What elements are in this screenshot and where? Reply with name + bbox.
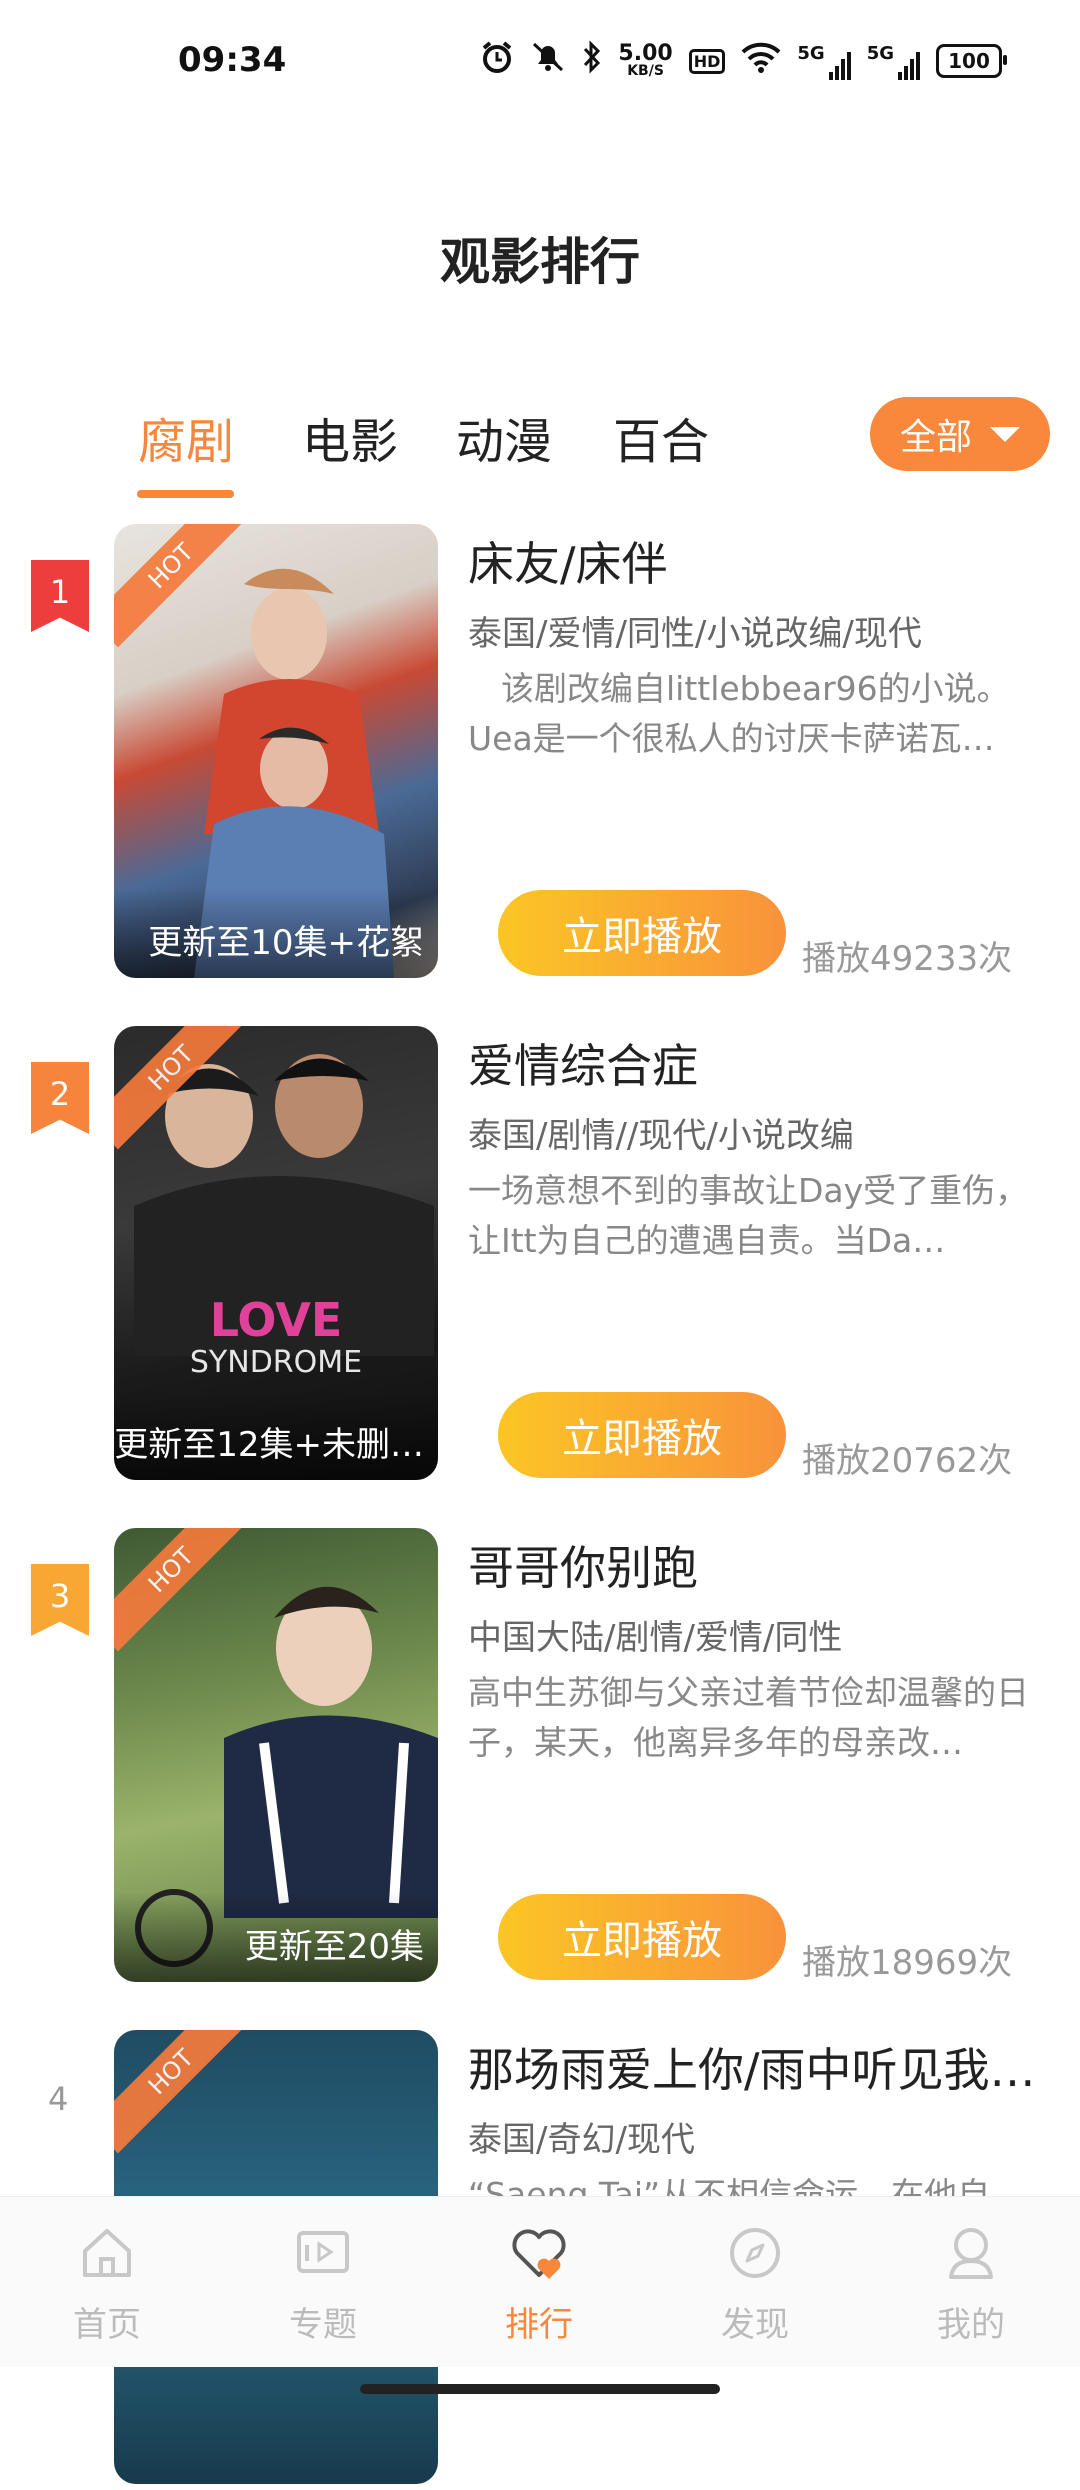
network-type: 5G <box>797 42 825 64</box>
nav-topic[interactable]: 专题 <box>243 2223 403 2346</box>
poster-image[interactable]: HOT 更新至20集 <box>114 1528 438 1982</box>
bluetooth-icon <box>582 40 602 82</box>
nav-label: 发现 <box>721 2305 789 2345</box>
poster-caption: 更新至10集+花絮 <box>114 888 438 978</box>
item-tags: 中国大陆/剧情/爱情/同性 <box>468 1618 843 1658</box>
nav-label: 排行 <box>505 2305 573 2345</box>
topic-icon <box>297 2231 349 2273</box>
poster-image[interactable]: HOT 更新至10集+花絮 <box>114 524 438 978</box>
tab-movie[interactable]: 电影 <box>302 402 398 472</box>
play-now-button[interactable]: 立即播放 <box>498 1392 786 1478</box>
svg-text:LOVE: LOVE <box>210 1293 343 1347</box>
network-speed: 5.00 KB/S <box>618 40 673 79</box>
signal-icon <box>828 51 851 80</box>
mute-icon <box>530 40 566 82</box>
item-title[interactable]: 床友/床伴 <box>468 528 1058 594</box>
play-count: 播放20762次 <box>802 1441 1013 1481</box>
list-item[interactable]: 3 HOT 更新至20集 哥哥你别跑 中国大陆/剧情/爱情/同性 高中生苏御与父… <box>0 1528 1080 1988</box>
home-icon <box>83 2229 131 2277</box>
tab-baihe[interactable]: 百合 <box>613 402 709 472</box>
nav-rank[interactable]: 排行 <box>459 2223 619 2346</box>
item-title[interactable]: 那场雨爱上你/雨中听见我… <box>468 2034 1058 2100</box>
wifi-icon <box>741 41 781 81</box>
poster-caption: 更新至12集+未删… <box>114 1390 438 1480</box>
item-tags: 泰国/爱情/同性/小说改编/现代 <box>468 614 922 654</box>
item-description: 高中生苏御与父亲过着节俭却温馨的日子，某天，他离异多年的母亲改… <box>468 1673 1029 1762</box>
battery-icon: 100 <box>936 44 1007 78</box>
nav-label: 首页 <box>73 2305 141 2345</box>
item-tags: 泰国/奇幻/现代 <box>468 2120 695 2160</box>
speed-unit: KB/S <box>627 62 664 79</box>
nav-home[interactable]: 首页 <box>27 2223 187 2346</box>
signal-5g-1: 5G <box>797 42 851 80</box>
nav-profile[interactable]: 我的 <box>891 2223 1051 2346</box>
rank-badge: 3 <box>31 1564 89 1636</box>
play-count: 播放18969次 <box>802 1943 1013 1983</box>
status-bar: 09:34 5.00 KB/S HD 5G 5G 100 <box>0 0 1080 120</box>
status-time: 09:34 <box>178 40 287 80</box>
status-icons: 5.00 KB/S HD 5G 5G 100 <box>480 38 1007 84</box>
list-item[interactable]: 2 LOVE SYNDROME HOT 更新至12集+未删… 爱情综合症 泰国/… <box>0 1026 1080 1486</box>
list-item[interactable]: 1 HOT 更新至10集+花絮 床友/床伴 泰国/爱情/同性/小说改编/现代 该… <box>0 524 1080 984</box>
rank-heart-icon <box>512 2229 566 2279</box>
play-count: 播放49233次 <box>802 939 1013 979</box>
signal-5g-2: 5G <box>867 43 920 80</box>
filter-dropdown[interactable]: 全部 <box>870 397 1050 471</box>
item-description: 一场意想不到的事故让Day受了重伤，让Itt为自己的遭遇自责。当Da… <box>468 1171 1029 1260</box>
network-type: 5G <box>866 42 894 64</box>
rank-badge: 1 <box>31 560 89 632</box>
play-now-button[interactable]: 立即播放 <box>498 890 786 976</box>
profile-icon <box>949 2228 993 2279</box>
bottom-navigation: 首页 专题 排行 发现 我的 <box>0 2196 1080 2367</box>
play-now-button[interactable]: 立即播放 <box>498 1894 786 1980</box>
chevron-down-icon <box>990 426 1020 442</box>
compass-icon <box>730 2228 780 2278</box>
signal-icon <box>898 51 920 80</box>
item-description: 该剧改编自littlebbear96的小说。Uea是一个很私人的讨厌卡萨诺瓦… <box>468 669 1010 758</box>
filter-label: 全部 <box>899 417 972 458</box>
nav-label: 我的 <box>937 2305 1005 2345</box>
svg-text:SYNDROME: SYNDROME <box>190 1345 362 1380</box>
home-indicator[interactable] <box>360 2384 720 2394</box>
hd-icon: HD <box>688 48 726 74</box>
active-tab-indicator <box>137 490 234 498</box>
nav-discover[interactable]: 发现 <box>675 2223 835 2346</box>
item-tags: 泰国/剧情//现代/小说改编 <box>468 1116 854 1156</box>
item-title[interactable]: 爱情综合症 <box>468 1030 1058 1096</box>
tab-funu[interactable]: 腐剧 <box>138 402 234 472</box>
rank-number: 4 <box>48 2080 69 2118</box>
hot-ribbon: HOT <box>114 2030 253 2154</box>
page-title: 观影排行 <box>440 233 640 291</box>
speed-value: 5.00 <box>618 40 673 66</box>
rank-badge: 2 <box>31 1062 89 1134</box>
poster-caption: 更新至20集 <box>114 1892 438 1982</box>
nav-label: 专题 <box>289 2305 357 2345</box>
tab-anime[interactable]: 动漫 <box>456 402 552 472</box>
item-title[interactable]: 哥哥你别跑 <box>468 1532 1058 1598</box>
poster-image[interactable]: LOVE SYNDROME HOT 更新至12集+未删… <box>114 1026 438 1480</box>
alarm-icon <box>480 40 514 82</box>
